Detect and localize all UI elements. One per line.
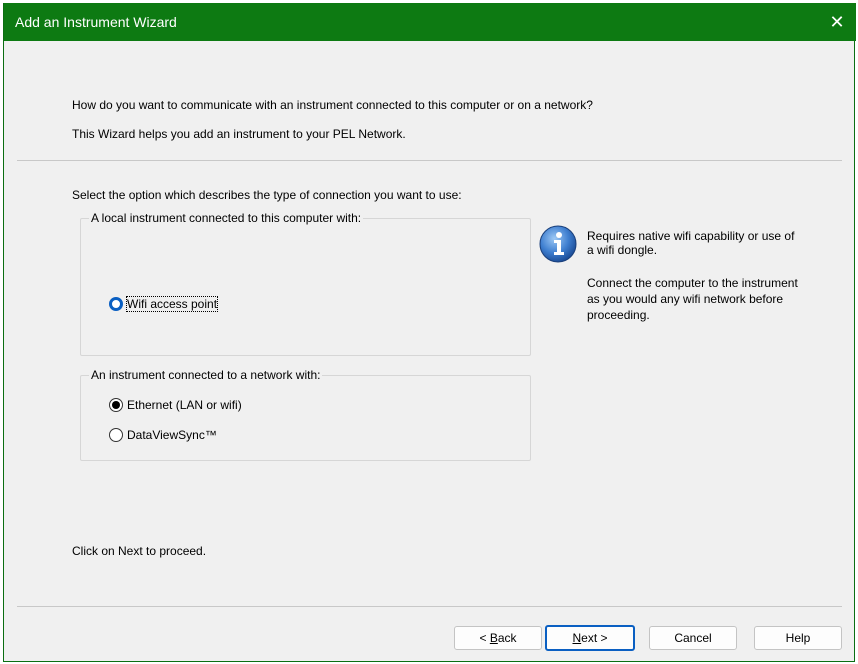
next-rest: ext > [581, 631, 608, 645]
radio-label[interactable]: Wifi access point [125, 296, 219, 312]
cancel-button[interactable]: Cancel [649, 626, 737, 650]
info-icon [539, 225, 577, 263]
radio-ethernet[interactable]: Ethernet (LAN or wifi) [109, 398, 242, 412]
network-group-legend: An instrument connected to a network wit… [89, 368, 323, 382]
network-instrument-group: An instrument connected to a network wit… [80, 368, 531, 461]
local-group-legend: A local instrument connected to this com… [89, 211, 364, 225]
info-line-1: Requires native wifi capability or use o… [587, 229, 795, 243]
divider-top [17, 160, 842, 161]
back-rest: ack [497, 631, 517, 645]
radio-label[interactable]: Ethernet (LAN or wifi) [127, 398, 242, 412]
title-bar: Add an Instrument Wizard ✕ [4, 3, 856, 41]
select-prompt: Select the option which describes the ty… [72, 188, 462, 202]
back-button[interactable]: < Back [454, 626, 542, 650]
back-prefix: < [479, 631, 490, 645]
radio-circle[interactable] [109, 398, 123, 412]
wizard-window: Add an Instrument Wizard ✕ How do you wa… [3, 3, 856, 662]
close-icon[interactable]: ✕ [818, 3, 856, 41]
help-button[interactable]: Help [754, 626, 842, 650]
radio-dataviewsync[interactable]: DataViewSync™ [109, 428, 217, 442]
intro-description: This Wizard helps you add an instrument … [72, 127, 406, 141]
info-line-5: proceeding. [587, 308, 650, 322]
radio-circle[interactable] [109, 297, 123, 311]
info-line-2: a wifi dongle. [587, 243, 658, 257]
next-button[interactable]: Next > [545, 625, 635, 651]
back-mnemonic: B [489, 631, 498, 645]
next-mnemonic: N [572, 631, 582, 645]
divider-bottom [17, 606, 842, 607]
radio-circle[interactable] [109, 428, 123, 442]
footer-instruction: Click on Next to proceed. [72, 544, 207, 558]
info-line-4: as you would any wifi network before [587, 292, 784, 306]
radio-label[interactable]: DataViewSync™ [127, 428, 217, 442]
intro-question: How do you want to communicate with an i… [72, 98, 593, 112]
info-line-3: Connect the computer to the instrument [587, 276, 798, 290]
radio-wifi-access-point[interactable]: Wifi access point [109, 296, 219, 312]
local-instrument-group: A local instrument connected to this com… [80, 211, 531, 356]
window-title: Add an Instrument Wizard [15, 14, 177, 30]
